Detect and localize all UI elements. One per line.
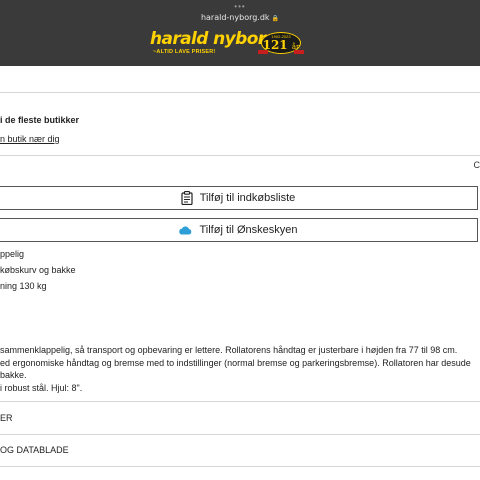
badge-number: 121 år — [262, 38, 300, 52]
add-to-wishlist-label: Tilføj til Ønskeskyen — [199, 224, 298, 236]
browser-menu-dots[interactable]: ••• — [0, 2, 480, 11]
cloud-icon — [179, 225, 192, 234]
feature-item: ppelig — [0, 249, 25, 259]
feature-item: købskurv og bakke — [0, 265, 76, 275]
logo-tagline: ~ALTID LAVE PRISER! — [153, 49, 216, 55]
site-logo[interactable]: harald nyborg ~ALTID LAVE PRISER! 1902-2… — [150, 29, 304, 60]
description-line: sammenklappelig, så transport og opbevar… — [0, 345, 458, 355]
logo-wordmark: harald nyborg — [150, 29, 278, 49]
clipped-text: C — [473, 160, 480, 170]
add-to-wishlist-button[interactable]: Tilføj til Ønskeskyen — [0, 218, 478, 242]
clipboard-icon — [181, 191, 193, 205]
find-store-link[interactable]: n butik nær dig — [0, 134, 60, 144]
address-bar[interactable]: harald-nyborg.dk 🔒 — [0, 13, 480, 22]
accordion-specifications[interactable]: ER — [0, 413, 13, 423]
stock-status: i de fleste butikker — [0, 115, 80, 125]
description-line: i robust stål. Hjul: 8". — [0, 382, 83, 393]
add-to-shopping-list-button[interactable]: Tilføj til indkøbsliste — [0, 186, 478, 210]
divider — [0, 92, 480, 93]
add-to-shopping-list-label: Tilføj til indkøbsliste — [199, 192, 296, 204]
description-line: bakke. — [0, 370, 27, 380]
divider — [0, 466, 480, 467]
divider — [0, 155, 480, 156]
lock-icon: 🔒 — [271, 15, 280, 22]
badge-unit: år — [291, 43, 300, 51]
browser-top-bar: ••• harald-nyborg.dk 🔒 harald nyborg ~ALT… — [0, 0, 480, 66]
divider — [0, 401, 480, 402]
url-text: harald-nyborg.dk — [200, 13, 270, 22]
description-line: ed ergonomiske håndtag og bremse med to … — [0, 357, 471, 368]
accordion-documents[interactable]: OG DATABLADE — [0, 445, 69, 455]
feature-item: ning 130 kg — [0, 281, 47, 291]
divider — [0, 434, 480, 435]
product-description: sammenklappelig, så transport og opbevar… — [0, 344, 471, 394]
anniversary-badge: 1902-2023 121 år — [258, 32, 304, 54]
